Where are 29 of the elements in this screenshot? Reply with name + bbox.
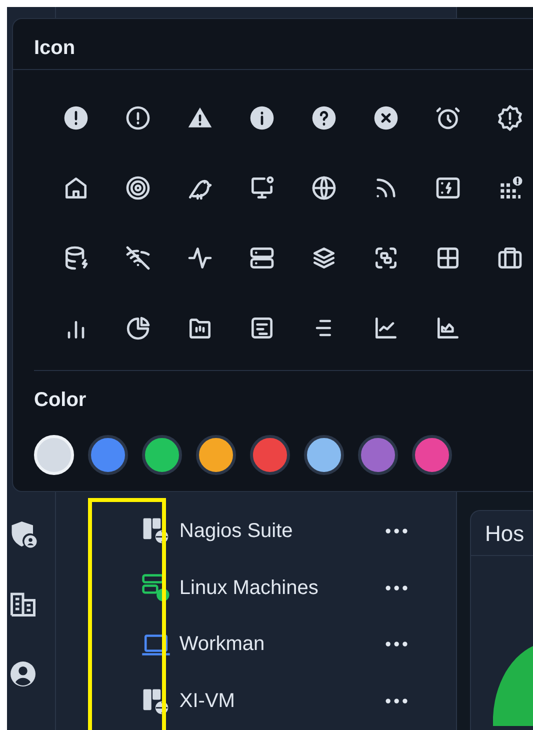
color-swatch[interactable] [412,435,452,475]
color-swatch[interactable] [196,435,236,475]
user-icon[interactable] [8,659,38,689]
host-name[interactable]: Linux Machines [179,576,380,600]
section-title: Color [33,388,88,413]
host-name[interactable]: XI-VM [179,690,380,714]
section-title: Icon [33,36,76,61]
info-icon[interactable] [248,104,276,132]
more-button[interactable]: ••• [379,578,413,598]
wifi-off-icon[interactable] [124,244,152,272]
help-icon[interactable] [310,104,338,132]
color-swatch[interactable] [304,435,344,475]
card-title: Hos [471,511,533,556]
badge-alert-icon[interactable] [496,104,524,132]
host-name[interactable]: Workman [179,633,380,656]
host-name[interactable]: Nagios Suite [179,520,380,543]
more-button[interactable]: ••• [379,692,413,712]
color-swatch[interactable] [142,435,182,475]
more-button[interactable]: ••• [379,522,413,541]
pie-chart-icon[interactable] [124,314,152,342]
alert-circle-icon[interactable] [62,104,90,132]
alert-circle-outline-icon[interactable] [124,104,152,132]
close-circle-icon[interactable] [372,104,400,132]
color-swatch[interactable] [88,435,128,475]
color-swatch[interactable] [250,435,290,475]
globe-icon[interactable] [310,174,338,202]
color-swatch[interactable] [358,435,398,475]
more-button[interactable]: ••• [379,635,413,654]
target-icon[interactable] [124,174,152,202]
